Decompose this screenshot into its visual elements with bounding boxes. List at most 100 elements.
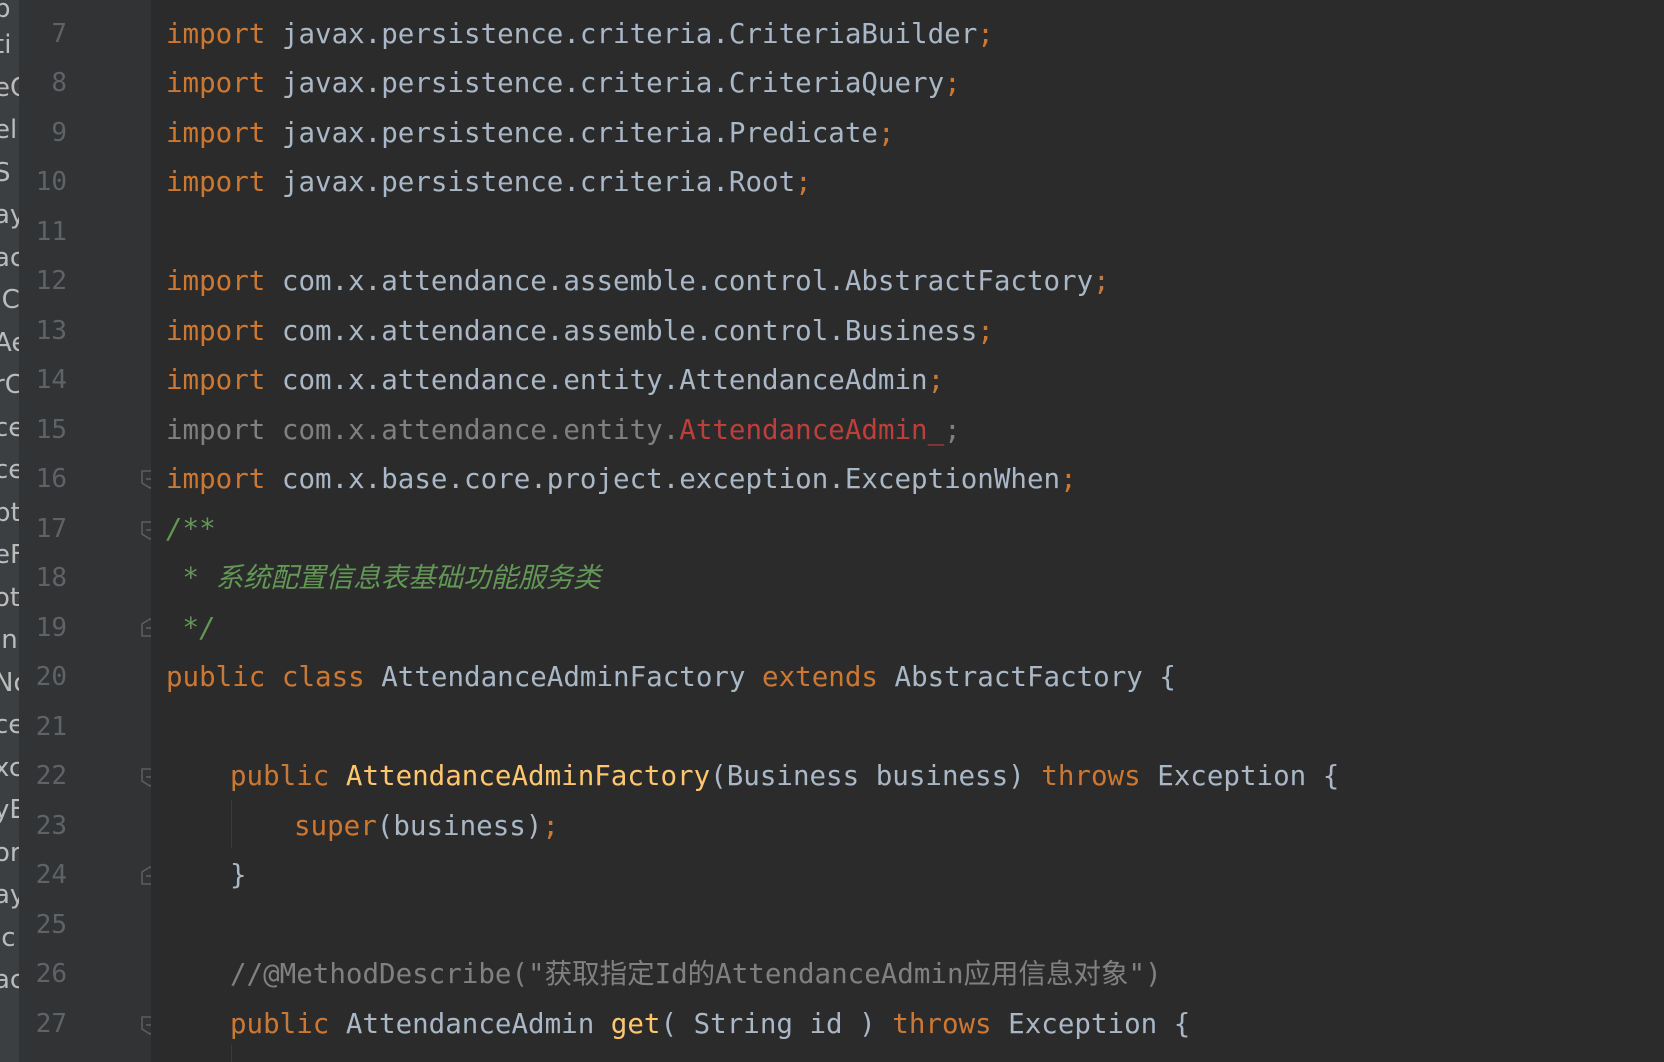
line-number[interactable]: 27: [19, 1000, 67, 1048]
code-line-26[interactable]: //@MethodDescribe("获取指定Id的AttendanceAdmi…: [230, 950, 1162, 998]
extends-keyword: extends: [745, 661, 878, 693]
project-item-fragment[interactable]: xc: [0, 744, 19, 792]
code-line-27[interactable]: public AttendanceAdmin get( String id ) …: [230, 1000, 1190, 1048]
import-path: com.x.attendance.assemble.control.Busine…: [265, 315, 978, 347]
line-number[interactable]: 16: [19, 455, 67, 503]
project-item-fragment[interactable]: in: [0, 616, 19, 664]
project-item-fragment[interactable]: ce: [0, 446, 19, 494]
import-path-unused: com.x.attendance.entity.: [265, 414, 680, 446]
code-editor[interactable]: import javax.persistence.criteria.Criter…: [151, 0, 1664, 1062]
project-item-fragment[interactable]: lc: [0, 914, 19, 962]
project-item-fragment[interactable]: eF: [0, 531, 19, 579]
code-line-16[interactable]: import com.x.base.core.project.exception…: [166, 455, 1077, 503]
code-line-23[interactable]: super(business);: [294, 802, 559, 850]
line-number[interactable]: 8: [19, 59, 67, 107]
project-item-fragment[interactable]: ce: [0, 701, 19, 749]
line-number[interactable]: 22: [19, 752, 67, 800]
line-number[interactable]: 15: [19, 406, 67, 454]
javadoc-open: /**: [166, 513, 216, 545]
code-line-7[interactable]: import javax.persistence.criteria.Criter…: [166, 10, 994, 58]
code-line-18[interactable]: * 系统配置信息表基础功能服务类: [166, 554, 601, 602]
line-number[interactable]: 13: [19, 307, 67, 355]
code-line-22[interactable]: public AttendanceAdminFactory(Business b…: [230, 752, 1339, 800]
project-panel-edge[interactable]: b ti eC el S ay ac IC Ae rC ce ce pt eF …: [0, 0, 19, 1062]
project-item-fragment[interactable]: or: [0, 829, 19, 877]
line-number[interactable]: 12: [19, 257, 67, 305]
line-number[interactable]: 18: [19, 554, 67, 602]
class-keyword: class: [265, 661, 365, 693]
import-path: javax.persistence.criteria.Root: [265, 166, 796, 198]
project-item-fragment[interactable]: No: [0, 659, 19, 707]
import-keyword: import: [166, 67, 266, 99]
semicolon: ;: [795, 166, 812, 198]
project-item-fragment[interactable]: ay: [0, 871, 19, 919]
class-name: AttendanceAdminFactory: [364, 661, 746, 693]
super-args: (business): [376, 810, 543, 842]
code-line-10[interactable]: import javax.persistence.criteria.Root;: [166, 158, 812, 206]
import-path: javax.persistence.criteria.CriteriaBuild…: [265, 18, 978, 50]
semicolon: ;: [977, 315, 994, 347]
project-item-fragment[interactable]: ac: [0, 234, 19, 282]
code-line-20[interactable]: public class AttendanceAdminFactory exte…: [166, 653, 1176, 701]
line-number[interactable]: 25: [19, 901, 67, 949]
semicolon: ;: [944, 67, 961, 99]
code-line-8[interactable]: import javax.persistence.criteria.Criter…: [166, 59, 961, 107]
code-line-9[interactable]: import javax.persistence.criteria.Predic…: [166, 109, 895, 157]
javadoc-close: */: [166, 612, 216, 644]
project-item-fragment[interactable]: ce: [0, 404, 19, 452]
unresolved-symbol[interactable]: AttendanceAdmin_: [679, 414, 944, 446]
import-keyword: import: [166, 364, 266, 396]
line-number[interactable]: 21: [19, 703, 67, 751]
code-line-12[interactable]: import com.x.attendance.assemble.control…: [166, 257, 1110, 305]
import-keyword: import: [166, 166, 266, 198]
code-line-13[interactable]: import com.x.attendance.assemble.control…: [166, 307, 994, 355]
code-line-19[interactable]: */: [166, 604, 216, 652]
closing-brace: }: [230, 859, 247, 891]
project-item-fragment[interactable]: rC: [0, 361, 19, 409]
project-item-fragment[interactable]: yE: [0, 786, 19, 834]
line-number[interactable]: 26: [19, 950, 67, 998]
line-number[interactable]: 10: [19, 158, 67, 206]
project-item-fragment[interactable]: Ae: [0, 319, 19, 367]
code-line-14[interactable]: import com.x.attendance.entity.Attendanc…: [166, 356, 944, 404]
indent-guide: [231, 800, 232, 848]
project-item-fragment[interactable]: S: [0, 149, 19, 197]
editor-gutter[interactable]: 7 8 9 10 11 12 13 14 15 16 17 18 19 20 2…: [19, 0, 159, 1062]
line-number[interactable]: 14: [19, 356, 67, 404]
throws-keyword: throws: [875, 1008, 992, 1040]
import-keyword: import: [166, 463, 266, 495]
project-item-fragment[interactable]: ay: [0, 191, 19, 239]
semicolon: ;: [542, 810, 559, 842]
constructor-params: (Business business): [710, 760, 1025, 792]
import-path: com.x.attendance.assemble.control.Abstra…: [265, 265, 1094, 297]
superclass-name: AbstractFactory {: [877, 661, 1176, 693]
line-number[interactable]: 24: [19, 851, 67, 899]
line-number[interactable]: 7: [19, 10, 67, 58]
line-number[interactable]: 9: [19, 109, 67, 157]
import-keyword: import: [166, 117, 266, 149]
line-number[interactable]: 17: [19, 505, 67, 553]
method-params: ( String id ): [660, 1008, 876, 1040]
semicolon: ;: [1093, 265, 1110, 297]
line-number[interactable]: 20: [19, 653, 67, 701]
import-keyword: import: [166, 18, 266, 50]
line-number[interactable]: 19: [19, 604, 67, 652]
line-comment: //@MethodDescribe("获取指定Id的AttendanceAdmi…: [230, 958, 1162, 990]
project-item-fragment[interactable]: ac: [0, 956, 19, 1004]
import-keyword: import: [166, 315, 266, 347]
project-item-fragment[interactable]: eC: [0, 64, 19, 112]
code-line-15[interactable]: import com.x.attendance.entity.Attendanc…: [166, 406, 961, 454]
line-number[interactable]: 11: [19, 208, 67, 256]
import-path: javax.persistence.criteria.CriteriaQuery: [265, 67, 945, 99]
project-item-fragment[interactable]: oty: [0, 574, 19, 622]
ide-editor-window: b ti eC el S ay ac IC Ae rC ce ce pt eF …: [0, 0, 1664, 1062]
project-item-fragment[interactable]: pt: [0, 489, 19, 537]
code-line-24[interactable]: }: [230, 851, 247, 899]
public-keyword: public: [230, 760, 330, 792]
project-item-fragment[interactable]: IC: [0, 276, 19, 324]
import-keyword-unused: import: [166, 414, 266, 446]
code-line-17[interactable]: /**: [166, 505, 216, 553]
project-item-fragment[interactable]: el: [0, 106, 19, 154]
project-item-fragment[interactable]: ti: [0, 21, 19, 69]
line-number[interactable]: 23: [19, 802, 67, 850]
